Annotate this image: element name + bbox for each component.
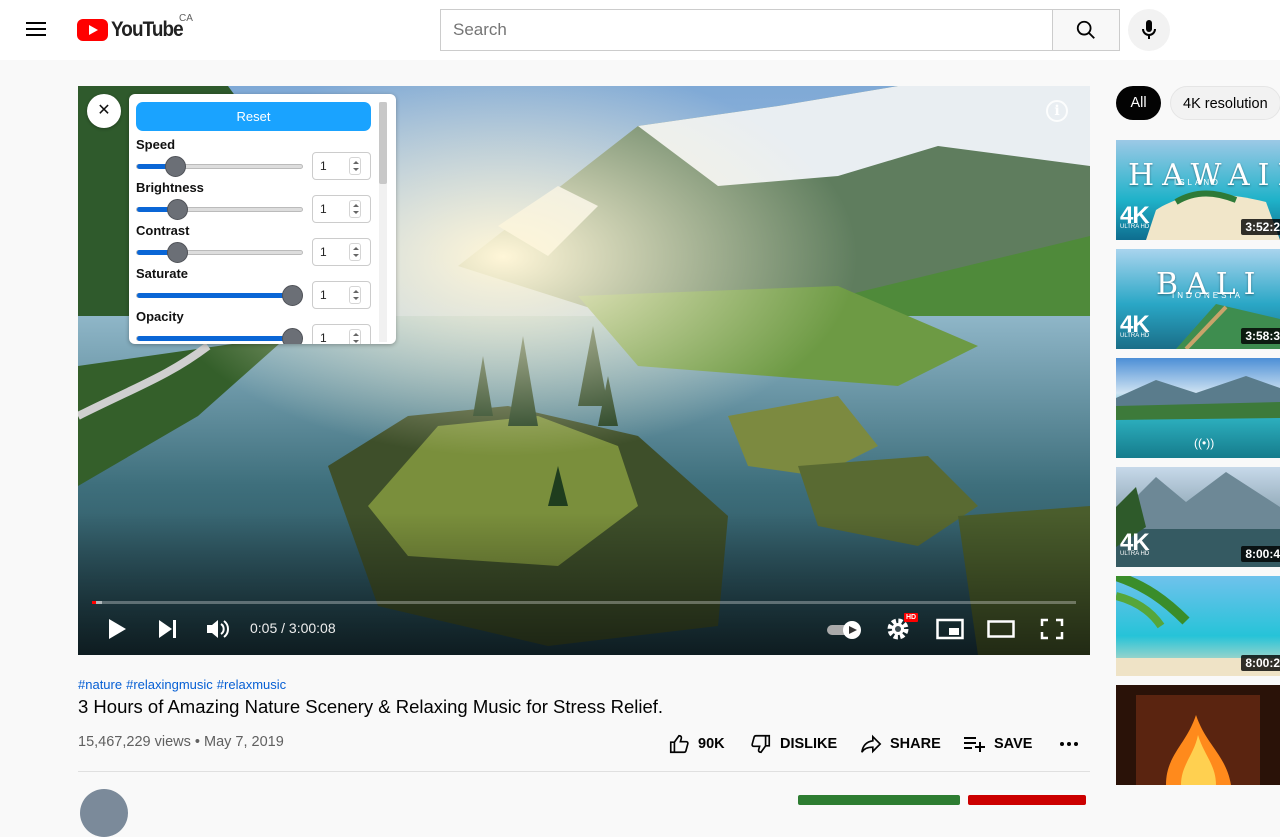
- play-icon[interactable]: [106, 618, 128, 640]
- contrast-slider[interactable]: [136, 242, 303, 263]
- contrast-input[interactable]: 1: [312, 238, 371, 266]
- related-video-thumbnail[interactable]: BALI INDONESIA 4K ULTRA HD 3:58:3: [1116, 249, 1280, 349]
- thumbnail-4k-badge: 4K ULTRA HD: [1120, 202, 1150, 230]
- opacity-value: 1: [320, 331, 327, 344]
- brightness-input[interactable]: 1: [312, 195, 371, 223]
- related-video-thumbnail[interactable]: ((•)): [1116, 358, 1280, 458]
- video-duration: 8:00:2: [1241, 655, 1280, 671]
- search-box: [440, 9, 1052, 51]
- brightness-spinner[interactable]: [349, 200, 361, 218]
- playlist-add-icon: [964, 737, 985, 752]
- saturate-input[interactable]: 1: [312, 281, 371, 309]
- chip-all[interactable]: All: [1116, 86, 1161, 120]
- hashtags: #nature #relaxingmusic #relaxmusic: [78, 677, 290, 692]
- share-arrow-icon: [861, 734, 882, 754]
- join-button[interactable]: [798, 795, 960, 805]
- reset-button[interactable]: Reset: [136, 102, 371, 131]
- speed-slider[interactable]: [136, 156, 303, 177]
- autoplay-toggle-icon[interactable]: [826, 620, 864, 640]
- search-input[interactable]: [441, 10, 1052, 50]
- youtube-play-logo-icon: [77, 19, 108, 41]
- badge-subtext: ULTRA HD: [1120, 224, 1150, 230]
- next-icon[interactable]: [157, 618, 179, 640]
- thumbnail-4k-badge: 4K ULTRA HD: [1120, 311, 1150, 339]
- share-label: SHARE: [890, 736, 941, 752]
- dislike-label: DISLIKE: [780, 736, 838, 752]
- divider: [78, 771, 1090, 772]
- saturate-spinner[interactable]: [349, 286, 361, 304]
- speed-spinner[interactable]: [349, 157, 361, 175]
- thumbnail-subtitle-art: INDONESIA: [1172, 291, 1244, 300]
- speed-value: 1: [320, 159, 327, 173]
- saturate-slider[interactable]: [136, 285, 304, 306]
- contrast-label: Contrast: [136, 223, 190, 238]
- like-button[interactable]: 90K: [668, 731, 725, 757]
- volume-icon[interactable]: [206, 618, 230, 640]
- like-count: 90K: [698, 736, 725, 752]
- view-count-date: 15,467,229 views • May 7, 2019: [78, 734, 284, 750]
- youtube-logo[interactable]: YouTube: [77, 18, 191, 42]
- badge-subtext: ULTRA HD: [1120, 551, 1150, 557]
- save-label: SAVE: [994, 736, 1033, 752]
- info-icon[interactable]: i: [1046, 100, 1068, 122]
- hashtag-link[interactable]: #nature: [78, 677, 122, 692]
- video-duration: 3:58:3: [1241, 328, 1280, 344]
- opacity-spinner[interactable]: [349, 329, 361, 344]
- thumbs-down-icon: [751, 734, 771, 754]
- brightness-slider[interactable]: [136, 199, 303, 220]
- theater-mode-icon[interactable]: [987, 620, 1015, 638]
- search-button[interactable]: [1052, 9, 1120, 51]
- top-bar: YouTube CA: [0, 0, 1280, 60]
- search-icon: [1076, 20, 1095, 39]
- menu-icon[interactable]: [24, 18, 48, 42]
- hd-badge: HD: [904, 613, 919, 622]
- voice-search-button[interactable]: [1128, 9, 1170, 51]
- video-title: 3 Hours of Amazing Nature Scenery & Rela…: [78, 696, 664, 717]
- share-button[interactable]: SHARE: [860, 731, 941, 757]
- chip-4k-resolution[interactable]: 4K resolution: [1170, 86, 1280, 120]
- hashtag-link[interactable]: #relaxmusic: [217, 677, 286, 692]
- opacity-input[interactable]: 1: [312, 324, 371, 344]
- thumbnail-4k-badge: 4K ULTRA HD: [1120, 529, 1150, 557]
- panel-scrollbar-thumb[interactable]: [379, 102, 387, 184]
- related-video-thumbnail[interactable]: 8:00:2: [1116, 576, 1280, 676]
- related-video-thumbnail[interactable]: 4K ULTRA HD 8:00:4: [1116, 467, 1280, 567]
- dislike-button[interactable]: DISLIKE: [750, 731, 837, 757]
- video-duration: 3:52:2: [1241, 219, 1280, 235]
- close-panel-button[interactable]: ✕: [87, 94, 121, 128]
- opacity-slider[interactable]: [136, 328, 304, 344]
- thumbnail-art: [1116, 685, 1280, 785]
- badge-subtext: ULTRA HD: [1120, 333, 1150, 339]
- more-actions-icon[interactable]: [1058, 733, 1080, 755]
- speed-input[interactable]: 1: [312, 152, 371, 180]
- country-code: CA: [179, 13, 193, 24]
- saturate-value: 1: [320, 288, 327, 302]
- channel-avatar[interactable]: [80, 789, 128, 837]
- subscribe-button[interactable]: [968, 795, 1086, 805]
- thumbs-up-icon: [669, 734, 689, 754]
- contrast-value: 1: [320, 245, 327, 259]
- speed-label: Speed: [136, 137, 176, 152]
- video-adjust-panel: Reset Speed 1 Brightness 1 Contrast 1 Sa…: [129, 94, 396, 344]
- microphone-icon: [1142, 20, 1156, 39]
- contrast-spinner[interactable]: [349, 243, 361, 261]
- thumbnail-title-art: HAWAII: [1128, 158, 1280, 193]
- brightness-label: Brightness: [136, 180, 204, 195]
- miniplayer-icon[interactable]: [936, 618, 964, 640]
- time-display: 0:05 / 3:00:08: [250, 620, 336, 636]
- related-video-thumbnail[interactable]: HAWAII ISLAND 4KULTRA HD 3:52:2: [1116, 140, 1280, 240]
- save-button[interactable]: SAVE: [962, 731, 1032, 757]
- saturate-label: Saturate: [136, 266, 189, 281]
- fullscreen-icon[interactable]: [1040, 618, 1064, 640]
- progress-bar[interactable]: [92, 601, 1076, 604]
- live-broadcast-icon: ((•)): [1194, 436, 1215, 450]
- logo-text: YouTube: [111, 18, 184, 41]
- brightness-value: 1: [320, 202, 327, 216]
- related-video-thumbnail[interactable]: [1116, 685, 1280, 785]
- thumbnail-subtitle-art: ISLAND: [1174, 178, 1221, 187]
- opacity-label: Opacity: [136, 309, 184, 324]
- progress-played: [92, 601, 96, 604]
- video-duration: 8:00:4: [1241, 546, 1280, 562]
- hashtag-link[interactable]: #relaxingmusic: [126, 677, 213, 692]
